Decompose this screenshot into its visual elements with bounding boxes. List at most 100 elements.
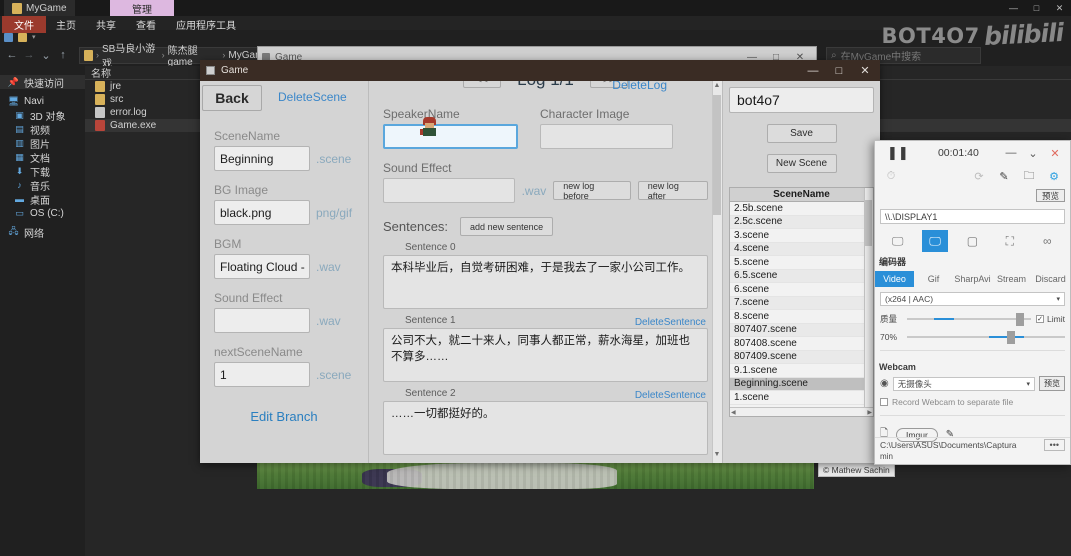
scrollbar-thumb[interactable] <box>865 200 872 246</box>
table-row[interactable]: 3.scene <box>730 229 873 243</box>
save-button[interactable]: Save <box>766 124 837 143</box>
game-window-titlebar[interactable]: Game — □ ✕ <box>200 60 880 81</box>
table-row[interactable]: 807409.scene <box>730 350 873 364</box>
table-row[interactable]: 2.5c.scene <box>730 215 873 229</box>
scroll-left-arrow-icon[interactable]: ◀ <box>731 409 736 416</box>
webcam-select[interactable]: 无摄像头 ▾ <box>892 376 1035 391</box>
back-button[interactable]: Back <box>202 85 262 111</box>
sidebar-item-downloads[interactable]: ⬇ 下载 <box>0 164 85 179</box>
nav-up-button[interactable]: ↑ <box>56 47 70 63</box>
framerate-slider[interactable] <box>907 313 1032 326</box>
gear-icon[interactable]: ⚙ <box>1043 170 1065 183</box>
table-row[interactable]: 5.scene <box>730 256 873 270</box>
ribbon-tab-apptools[interactable]: 应用程序工具 <box>166 16 246 33</box>
delete-log-link[interactable]: DeleteLog <box>612 81 667 92</box>
sidebar-item-music[interactable]: ♪ 音乐 <box>0 178 85 193</box>
record-icon[interactable]: ⏱ <box>880 170 902 183</box>
display-source-field[interactable]: \\.\DISPLAY1 <box>880 209 1065 224</box>
sidebar-item-pictures[interactable]: ▥ 图片 <box>0 136 85 151</box>
pen-icon[interactable]: ✎ <box>993 170 1015 183</box>
more-options-button[interactable]: ••• <box>1043 439 1065 451</box>
ribbon-tab-share[interactable]: 共享 <box>86 16 126 33</box>
sentence-textarea[interactable]: ……一切都挺好的。 <box>383 401 708 455</box>
ribbon-tab-file[interactable]: 文件 <box>2 16 46 33</box>
sidebar-item-videos[interactable]: ▤ 视频 <box>0 122 85 137</box>
folder-icon[interactable]: 🗀 <box>1018 167 1040 186</box>
webcam-preview-button[interactable]: 预览 <box>1039 376 1065 391</box>
sidebar-item-network[interactable]: 🖧 网络 <box>0 225 85 240</box>
scroll-down-arrow-icon[interactable]: ▼ <box>713 451 721 462</box>
preview-button[interactable]: 预览 <box>1035 189 1065 202</box>
new-folder-icon[interactable] <box>18 32 27 42</box>
add-new-sentence-button[interactable]: add new sentence <box>460 217 554 236</box>
edit-branch-link[interactable]: Edit Branch <box>200 409 368 424</box>
table-row[interactable]: 1.scene <box>730 391 873 405</box>
sidebar-item-3dobjects[interactable]: ▣ 3D 对象 <box>0 108 85 123</box>
scroll-right-arrow-icon[interactable]: ▶ <box>867 409 872 416</box>
explorer-close-button[interactable]: ✕ <box>1048 0 1071 16</box>
region-icon[interactable]: ▢ <box>959 230 985 252</box>
speaker-name-input[interactable] <box>383 124 518 149</box>
ribbon-manage-tab[interactable]: 管理 <box>110 0 174 16</box>
prev-log-button[interactable]: << <box>463 81 502 88</box>
ribbon-tab-view[interactable]: 查看 <box>126 16 166 33</box>
scroll-up-arrow-icon[interactable]: ▲ <box>713 82 721 93</box>
slider-knob[interactable] <box>1006 331 1015 344</box>
log-panel-scrollbar[interactable]: ▲ ▼ <box>712 81 722 463</box>
new-log-after-button[interactable]: new log after <box>637 181 708 201</box>
quality-slider[interactable] <box>907 331 1065 344</box>
ribbon-tab-home[interactable]: 主页 <box>46 16 86 33</box>
screen-icon[interactable]: 🖵 <box>885 230 911 252</box>
explorer-tab-mygame[interactable]: MyGame <box>4 0 75 16</box>
table-row[interactable]: 6.scene <box>730 283 873 297</box>
delete-sentence-link[interactable]: DeleteSentence <box>635 317 706 328</box>
sidebar-item-quickaccess[interactable]: 📌 快速访问 <box>0 75 85 90</box>
bgm-input[interactable]: Floating Cloud - 彡 <box>214 254 310 279</box>
nocapture-icon[interactable]: ∞ <box>1034 230 1060 252</box>
limit-checkbox[interactable]: ✓ Limit <box>1036 314 1065 324</box>
tab-stream[interactable]: Stream <box>992 271 1031 287</box>
scene-sound-effect-input[interactable] <box>214 308 310 333</box>
sidebar-item-documents[interactable]: ▦ 文档 <box>0 150 85 165</box>
collapse-ribbon-chevron-icon[interactable]: ⌃ <box>185 60 193 71</box>
scenename-input[interactable]: Beginning <box>214 146 310 171</box>
nextscenename-input[interactable]: 1 <box>214 362 310 387</box>
codec-select[interactable]: (x264 | AAC) ▾ <box>880 292 1065 306</box>
sidebar-item-navi[interactable]: 🖥 Navi <box>0 94 85 108</box>
sidebar-item-os-c[interactable]: ▭ OS (C:) <box>0 206 85 220</box>
scene-table-vscrollbar[interactable] <box>864 188 873 407</box>
window-icon[interactable]: 🖵 <box>922 230 949 252</box>
new-scene-button[interactable]: New Scene <box>766 154 837 173</box>
table-row[interactable]: 8.scene <box>730 310 873 324</box>
captura-close-button[interactable]: ✕ <box>1044 147 1066 160</box>
fullscreen-icon[interactable]: ⛶ <box>997 230 1023 252</box>
scene-name-field[interactable]: bot4o7 <box>729 87 874 113</box>
tab-discard[interactable]: Discard <box>1031 271 1070 287</box>
table-row[interactable]: 4.scene <box>730 242 873 256</box>
game-maximize-button[interactable]: □ <box>826 60 852 81</box>
tab-gif[interactable]: Gif <box>914 271 953 287</box>
game-close-button[interactable]: ✕ <box>852 60 878 81</box>
nav-recent-button[interactable]: ⌄ <box>39 47 53 63</box>
webcam-separate-file-row[interactable]: Record Webcam to separate file <box>880 397 1065 407</box>
bgimage-input[interactable]: black.png <box>214 200 310 225</box>
scrollbar-thumb[interactable] <box>713 95 721 215</box>
properties-icon[interactable] <box>4 32 13 42</box>
sentence-textarea[interactable]: 本科毕业后，自觉考研困难，于是我去了一家小公司工作。 <box>383 255 708 309</box>
table-row[interactable]: 807408.scene <box>730 337 873 351</box>
game-minimize-button[interactable]: — <box>800 60 826 81</box>
table-row[interactable]: 807407.scene <box>730 323 873 337</box>
output-path[interactable]: C:\Users\ASUS\Documents\Captura <box>880 440 1017 450</box>
delete-sentence-link[interactable]: DeleteSentence <box>635 390 706 401</box>
refresh-icon[interactable]: ⟳ <box>968 170 990 183</box>
chevron-down-icon[interactable]: ▾ <box>32 33 36 41</box>
scene-table-hscrollbar[interactable]: ◀ ▶ <box>730 407 873 416</box>
tab-video[interactable]: Video <box>875 271 914 287</box>
new-log-before-button[interactable]: new log before <box>553 181 631 201</box>
explorer-minimize-button[interactable]: — <box>1002 0 1025 16</box>
character-image-input[interactable] <box>540 124 673 149</box>
explorer-maximize-button[interactable]: □ <box>1025 0 1048 16</box>
delete-scene-link[interactable]: DeleteScene <box>278 90 347 104</box>
pause-icon[interactable]: ❚❚ <box>879 145 917 161</box>
captura-collapse-button[interactable]: ⌄ <box>1022 147 1044 160</box>
